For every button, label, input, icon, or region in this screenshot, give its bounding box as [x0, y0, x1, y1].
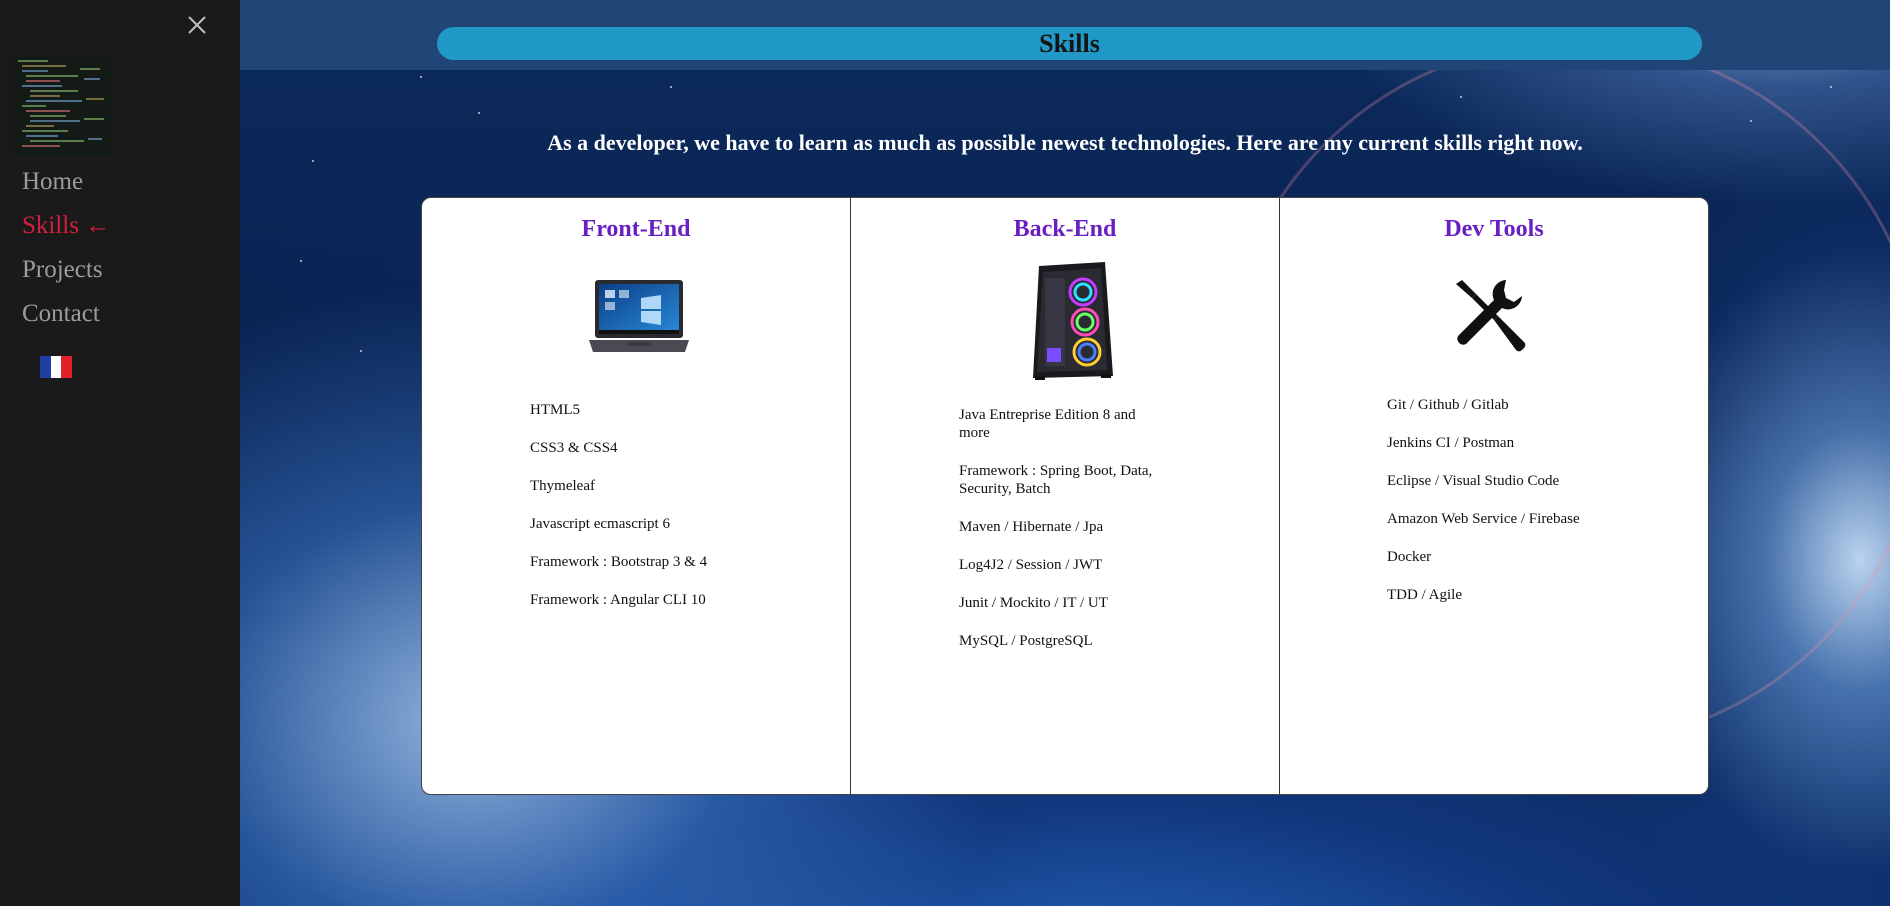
- star: [312, 160, 314, 162]
- top-bar: Skills: [240, 0, 1890, 70]
- list-item: Git / Github / Gitlab: [1387, 397, 1509, 413]
- star: [1750, 120, 1752, 122]
- list-item: HTML5: [530, 402, 580, 418]
- close-icon[interactable]: [186, 14, 208, 36]
- skills-column-backend: Back-End Java Entreprise Edition 8 and m…: [850, 198, 1279, 794]
- list-item: Framework : Bootstrap 3 & 4: [530, 554, 708, 570]
- desktop-tower-icon: [1021, 258, 1121, 387]
- skills-column-devtools: Dev Tools Git / Github / Gitlab Jenkins …: [1279, 198, 1708, 794]
- column-title: Back-End: [1013, 216, 1117, 242]
- list-item: MySQL / PostgreSQL: [959, 633, 1093, 649]
- nav-projects[interactable]: Projects: [22, 256, 103, 284]
- list-item: Log4J2 / Session / JWT: [959, 557, 1103, 573]
- flag-fr-icon[interactable]: [40, 356, 73, 378]
- list-item: Maven / Hibernate / Jpa: [959, 519, 1104, 535]
- skill-list: Git / Github / Gitlab Jenkins CI / Postm…: [1387, 396, 1587, 624]
- star: [478, 112, 480, 114]
- star: [670, 86, 672, 88]
- list-item: Framework : Angular CLI 10: [530, 592, 706, 608]
- sidebar: Home Skills ← Projects Contact: [0, 0, 240, 906]
- tools-icon: [1450, 276, 1530, 357]
- column-title: Front-End: [581, 216, 691, 242]
- list-item: TDD / Agile: [1387, 587, 1462, 603]
- skill-list: HTML5 CSS3 & CSS4 Thymeleaf Javascript e…: [530, 401, 750, 629]
- star: [360, 350, 362, 352]
- list-item: Eclipse / Visual Studio Code: [1387, 473, 1560, 489]
- list-item: Junit / Mockito / IT / UT: [959, 595, 1108, 611]
- avatar: [10, 54, 112, 156]
- star: [1460, 96, 1462, 98]
- nav-contact[interactable]: Contact: [22, 300, 100, 328]
- list-item: Docker: [1387, 549, 1432, 565]
- skill-list: Java Entreprise Edition 8 and more Frame…: [959, 406, 1159, 670]
- list-item: Javascript ecmascript 6: [530, 516, 670, 532]
- skills-panel: Front-End HTML5 CSS3 & CSS4 Thymeleaf Ja…: [421, 197, 1709, 795]
- column-title: Dev Tools: [1444, 216, 1544, 242]
- list-item: CSS3 & CSS4: [530, 440, 618, 456]
- nav-home[interactable]: Home: [22, 168, 83, 196]
- list-item: Framework : Spring Boot, Data, Security,…: [959, 463, 1153, 497]
- list-item: Jenkins CI / Postman: [1387, 435, 1515, 451]
- main-content: Skills As a developer, we have to learn …: [240, 0, 1890, 906]
- laptop-icon: [587, 278, 691, 363]
- star: [1830, 86, 1832, 88]
- skills-column-frontend: Front-End HTML5 CSS3 & CSS4 Thymeleaf Ja…: [422, 198, 850, 794]
- nav-skills[interactable]: Skills ←: [22, 212, 110, 240]
- intro-text: As a developer, we have to learn as much…: [547, 130, 1583, 155]
- page-title: Skills: [437, 27, 1702, 60]
- star: [420, 76, 422, 78]
- star: [300, 260, 302, 262]
- list-item: Thymeleaf: [530, 478, 595, 494]
- list-item: Java Entreprise Edition 8 and more: [959, 407, 1136, 441]
- list-item: Amazon Web Service / Firebase: [1387, 511, 1580, 527]
